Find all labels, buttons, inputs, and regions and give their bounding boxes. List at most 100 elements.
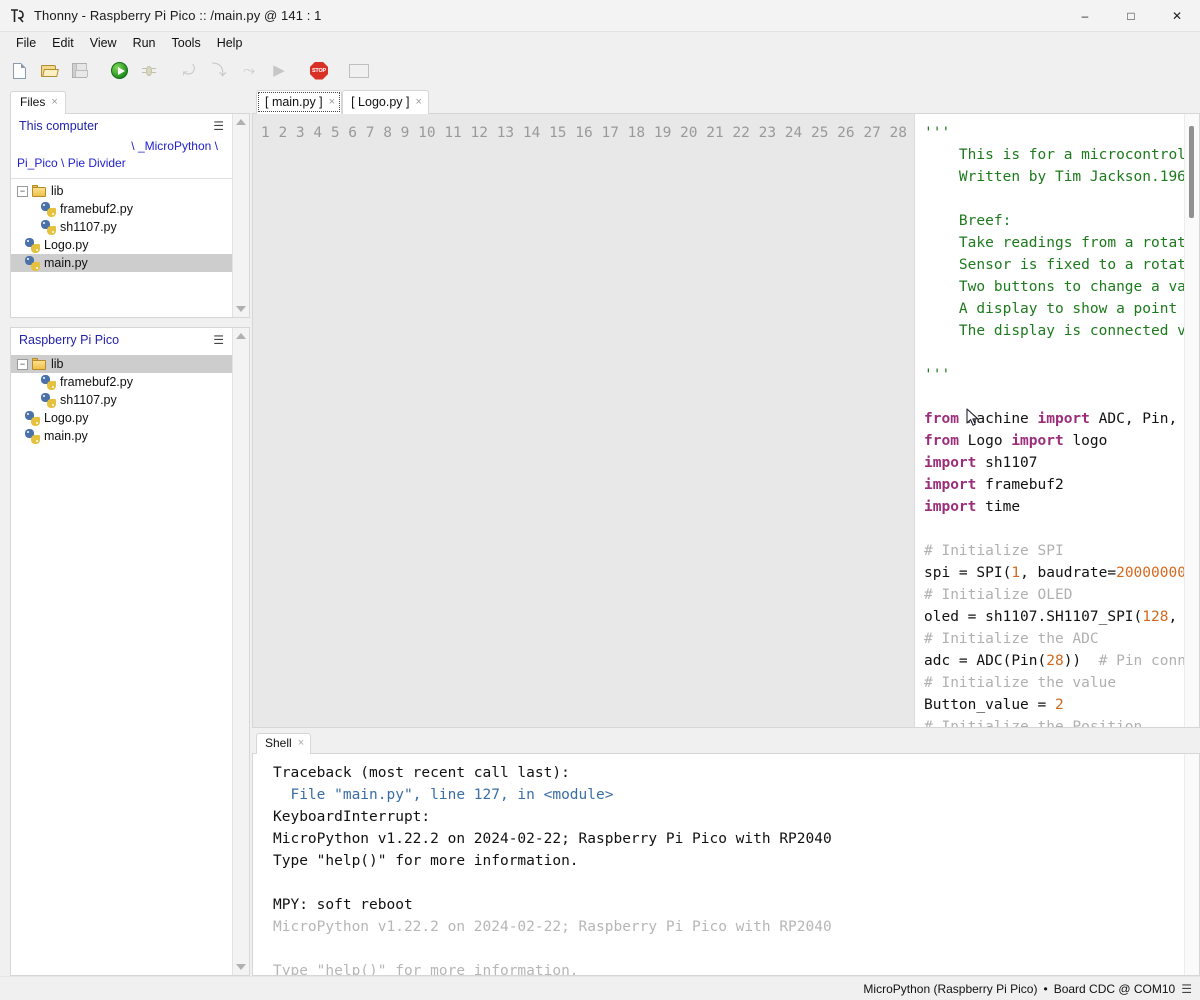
hamburger-icon[interactable]: ☰ — [1181, 983, 1192, 995]
scroll-up-icon[interactable] — [236, 333, 246, 339]
open-file-icon — [40, 64, 59, 78]
tree-item-label: Logo.py — [44, 411, 89, 425]
close-icon[interactable]: × — [415, 94, 421, 110]
raspberry-pi-pico-title: Raspberry Pi Pico — [19, 333, 120, 347]
tree-item-label: Logo.py — [44, 238, 89, 252]
tab-logo-py-label: [ Logo.py ] — [351, 95, 410, 109]
scroll-down-icon[interactable] — [236, 964, 246, 970]
status-bar: MicroPython (Raspberry Pi Pico) • Board … — [0, 976, 1200, 1000]
new-file-button[interactable] — [6, 58, 32, 83]
tab-main-py-label: [ main.py ] — [265, 95, 323, 109]
window-title: Thonny - Raspberry Pi Pico :: /main.py @… — [34, 8, 322, 23]
code-text-area[interactable]: ''' This is for a microcontroller using … — [915, 114, 1184, 727]
files-content: This computer ☰ \ _MicroPython \ Pi_Pico… — [0, 113, 250, 976]
menu-run[interactable]: Run — [125, 33, 164, 54]
shell-tabstrip: Shell × — [250, 728, 1200, 754]
tab-main-py[interactable]: [ main.py ] × — [256, 90, 343, 114]
resume-icon: ▶ — [273, 62, 285, 79]
step-over-button[interactable]: ⤾ — [176, 58, 202, 83]
editor-tabstrip: [ main.py ] × [ Logo.py ] × — [250, 86, 1200, 114]
tab-files-label: Files — [20, 95, 46, 109]
shell-body[interactable]: Traceback (most recent call last): File … — [252, 753, 1200, 976]
tree-item-sh1107[interactable]: sh1107.py — [11, 218, 232, 236]
menu-tools[interactable]: Tools — [164, 33, 209, 54]
tree-item-logo[interactable]: Logo.py — [11, 236, 232, 254]
python-file-icon — [41, 219, 56, 235]
status-interpreter[interactable]: MicroPython (Raspberry Pi Pico) — [863, 982, 1037, 996]
close-icon[interactable]: × — [298, 736, 304, 751]
this-computer-path: \ _MicroPython \ Pi_Pico \ Pie Divider — [11, 138, 232, 179]
python-file-icon — [41, 201, 56, 217]
run-button[interactable] — [106, 58, 132, 83]
hamburger-icon[interactable]: ☰ — [213, 120, 224, 132]
status-port[interactable]: Board CDC @ COM10 — [1054, 982, 1176, 996]
step-into-button[interactable]: ⤵ — [206, 58, 232, 83]
files-panel: Files × This computer ☰ \ _MicroPython \ — [0, 86, 250, 976]
step-into-icon: ⤵ — [211, 62, 227, 79]
tree-item-framebuf2[interactable]: framebuf2.py — [11, 373, 232, 391]
thonny-app-icon — [10, 8, 26, 24]
scroll-up-icon[interactable] — [236, 119, 246, 125]
open-file-button[interactable] — [36, 58, 62, 83]
close-icon[interactable]: × — [329, 94, 335, 110]
collapse-icon[interactable]: − — [17, 358, 28, 370]
maximize-button[interactable]: □ — [1108, 0, 1154, 32]
menu-edit[interactable]: Edit — [44, 33, 82, 54]
python-file-icon — [25, 410, 40, 426]
editor-vertical-scrollbar[interactable] — [1184, 114, 1199, 727]
scrollbar-thumb[interactable] — [1189, 126, 1194, 218]
main-area: Files × This computer ☰ \ _MicroPython \ — [0, 86, 1200, 976]
this-computer-title: This computer — [19, 119, 99, 133]
raspberry-pi-pico-block: Raspberry Pi Pico ☰ − lib framebuf2.py s… — [10, 327, 250, 976]
shell-panel: Shell × Traceback (most recent call last… — [250, 728, 1200, 976]
tree-item-label: main.py — [44, 429, 88, 443]
tab-files[interactable]: Files × — [10, 91, 66, 114]
debug-button[interactable] — [136, 58, 162, 83]
shell-vertical-scrollbar[interactable] — [1184, 754, 1199, 975]
collapse-icon[interactable]: − — [17, 185, 28, 197]
python-file-icon — [41, 392, 56, 408]
tree-item-framebuf2[interactable]: framebuf2.py — [11, 200, 232, 218]
close-icon[interactable]: × — [51, 95, 57, 110]
tree-item-logo[interactable]: Logo.py — [11, 409, 232, 427]
resume-button[interactable]: ▶ — [266, 58, 292, 83]
tree-item-label: main.py — [44, 256, 88, 270]
menu-view[interactable]: View — [82, 33, 125, 54]
step-out-button[interactable]: ⤳ — [236, 58, 262, 83]
minimize-button[interactable]: – — [1062, 0, 1108, 32]
menu-file[interactable]: File — [8, 33, 44, 54]
code-editor[interactable]: 1 2 3 4 5 6 7 8 9 10 11 12 13 14 15 16 1… — [252, 113, 1200, 728]
tab-shell[interactable]: Shell × — [256, 733, 312, 754]
path-line-1: \ _MicroPython \ — [131, 139, 218, 153]
step-out-icon: ⤳ — [242, 62, 255, 79]
files-tabstrip: Files × — [0, 86, 250, 114]
line-number-gutter: 1 2 3 4 5 6 7 8 9 10 11 12 13 14 15 16 1… — [253, 114, 916, 727]
this-computer-scrollbar[interactable] — [232, 114, 249, 317]
thonny-window: Thonny - Raspberry Pi Pico :: /main.py @… — [0, 0, 1200, 1000]
raspberry-pi-pico-header: Raspberry Pi Pico ☰ — [11, 328, 232, 352]
tree-item-sh1107[interactable]: sh1107.py — [11, 391, 232, 409]
ukraine-flag-button[interactable] — [346, 58, 372, 83]
python-file-icon — [25, 255, 40, 271]
toolbar: ⤾ ⤵ ⤳ ▶ STOP — [0, 55, 1200, 86]
stop-button[interactable]: STOP — [306, 58, 332, 83]
tree-item-label: framebuf2.py — [60, 375, 133, 389]
ukraine-flag-icon — [349, 63, 369, 78]
save-file-button[interactable] — [66, 58, 92, 83]
tab-logo-py[interactable]: [ Logo.py ] × — [342, 90, 429, 114]
tree-item-main[interactable]: main.py — [11, 427, 232, 445]
tree-item-label: lib — [51, 357, 64, 371]
hamburger-icon[interactable]: ☰ — [213, 334, 224, 346]
menu-help[interactable]: Help — [209, 33, 251, 54]
this-computer-tree: − lib framebuf2.py sh1107.py Logo.py mai… — [11, 179, 232, 272]
close-button[interactable]: ✕ — [1154, 0, 1200, 32]
shell-output[interactable]: Traceback (most recent call last): File … — [253, 754, 1184, 975]
raspberry-pi-pico-scrollbar[interactable] — [232, 328, 249, 975]
tree-item-lib[interactable]: − lib — [11, 182, 232, 200]
this-computer-header: This computer ☰ — [11, 114, 232, 138]
python-file-icon — [25, 237, 40, 253]
tree-item-main[interactable]: main.py — [11, 254, 232, 272]
scroll-down-icon[interactable] — [236, 306, 246, 312]
tree-item-lib[interactable]: − lib — [11, 355, 232, 373]
this-computer-block: This computer ☰ \ _MicroPython \ Pi_Pico… — [10, 113, 250, 318]
